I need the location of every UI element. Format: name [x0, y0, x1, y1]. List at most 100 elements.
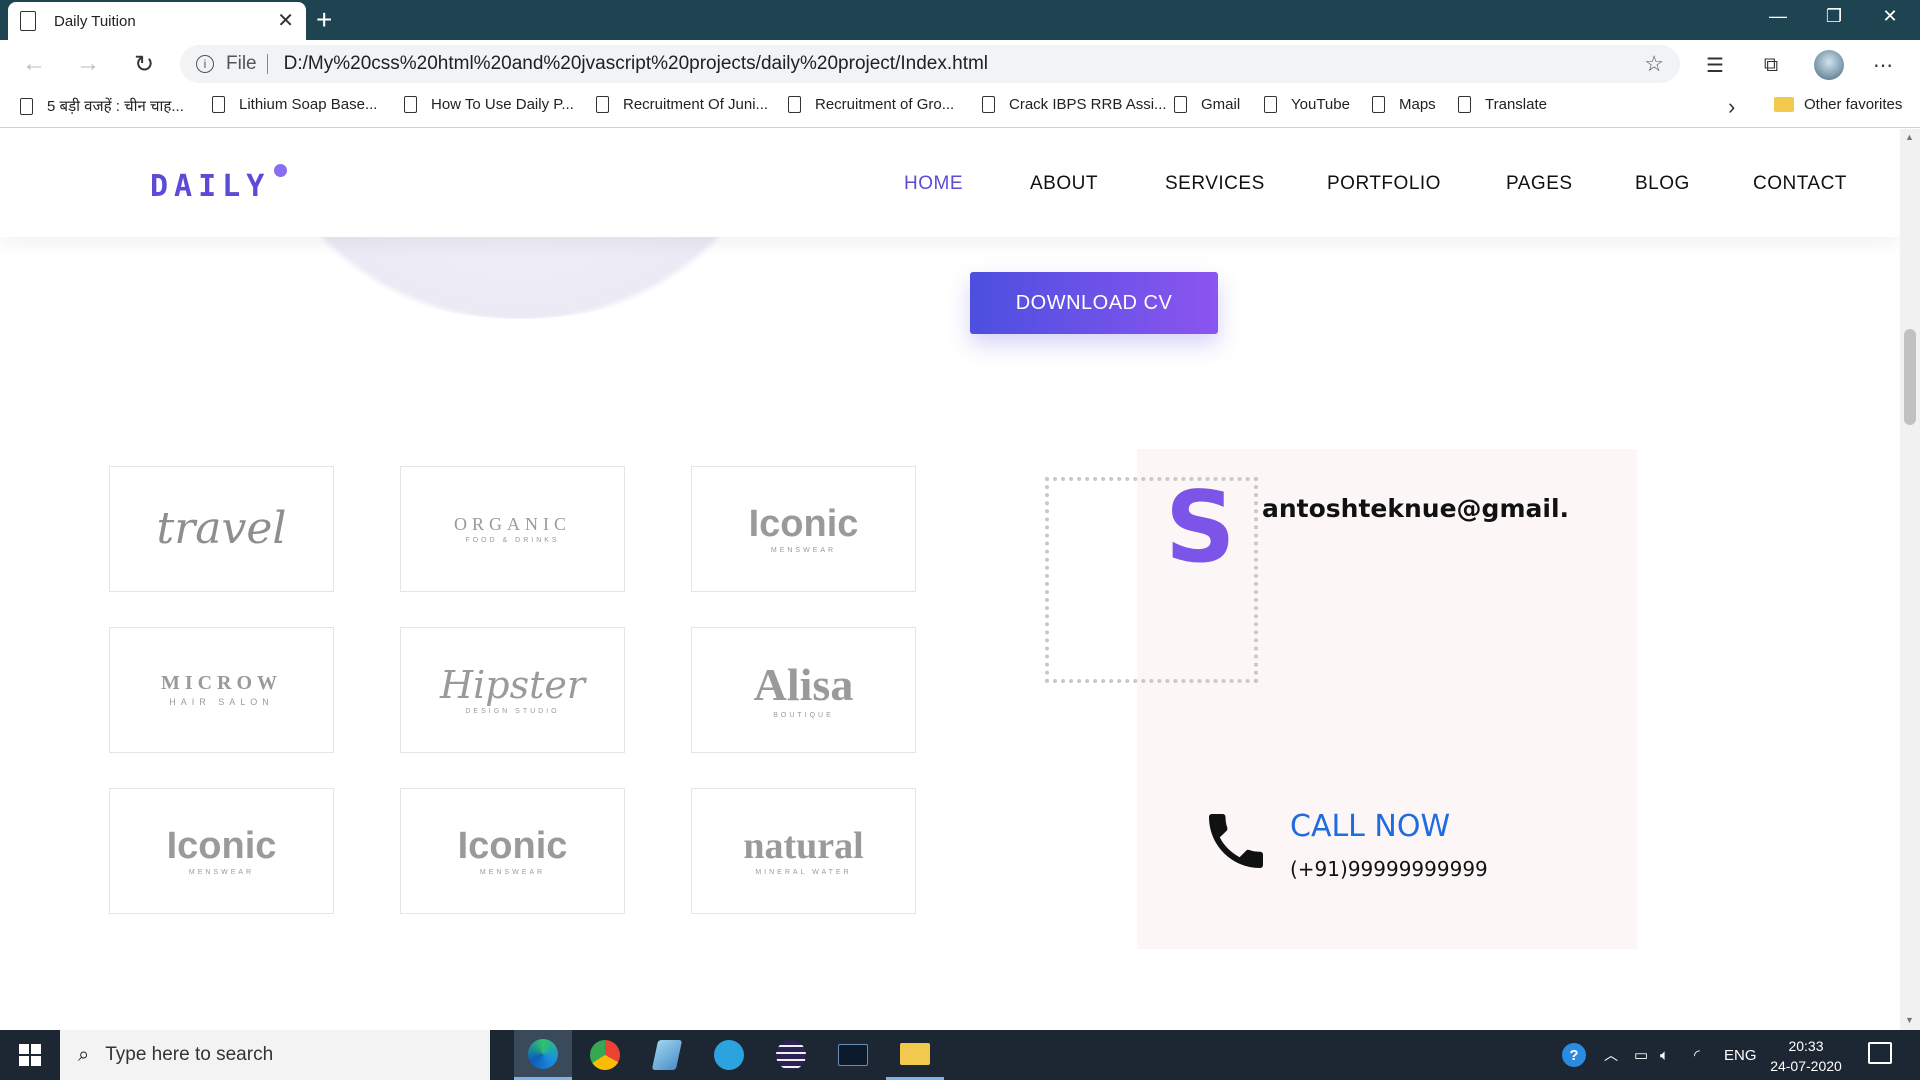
page-icon — [404, 96, 417, 113]
browser-tab[interactable]: Daily Tuition ✕ — [8, 2, 306, 40]
brand-logo-card: Iconic MENSWEAR — [109, 788, 334, 914]
bookmark-youtube[interactable]: YouTube — [1264, 96, 1350, 113]
refresh-button[interactable]: ↻ — [128, 48, 160, 80]
collections-icon[interactable]: ⧉ — [1758, 52, 1784, 78]
notepad-app[interactable] — [638, 1030, 696, 1080]
bookmark-label: Maps — [1399, 96, 1436, 113]
mysql-app[interactable] — [824, 1030, 882, 1080]
brand-logo-card: ORGANIC FOOD & DRINKS — [400, 466, 625, 592]
bookmark-translate[interactable]: Translate — [1458, 96, 1547, 113]
help-icon[interactable]: ? — [1562, 1030, 1586, 1080]
chrome-app[interactable] — [576, 1030, 634, 1080]
eclipse-app[interactable] — [762, 1030, 820, 1080]
battery-icon[interactable]: ▭ — [1634, 1030, 1648, 1080]
back-button[interactable]: ← — [18, 48, 50, 80]
wifi-icon[interactable]: ◜ — [1694, 1030, 1700, 1080]
info-icon[interactable]: i — [196, 55, 214, 73]
brand-subtitle: BOUTIQUE — [773, 711, 834, 719]
bookmark-label: Translate — [1485, 96, 1547, 113]
minimize-button[interactable]: — — [1750, 0, 1806, 32]
download-cv-button[interactable]: DOWNLOAD CV — [970, 272, 1218, 334]
phone-icon — [1209, 814, 1263, 868]
windows-logo-icon — [19, 1044, 41, 1066]
scroll-down-arrow-icon[interactable]: ▼ — [1905, 1015, 1914, 1025]
bookmark-gmail[interactable]: Gmail — [1174, 96, 1240, 113]
page-scrollbar[interactable]: ▲ ▼ — [1900, 129, 1920, 1030]
site-logo[interactable]: DAILY — [150, 169, 270, 204]
page-icon — [20, 11, 36, 31]
search-placeholder: Type here to search — [105, 1044, 274, 1065]
brand-name: Iconic — [457, 824, 568, 867]
bookmark-item[interactable]: How To Use Daily P... — [404, 96, 574, 113]
brand-name: Hipster — [439, 662, 586, 707]
url-separator — [266, 54, 268, 74]
new-tab-button[interactable]: + — [316, 4, 332, 36]
brand-name: ORGANIC — [453, 513, 571, 534]
chevron-right-icon[interactable]: › — [1728, 94, 1735, 120]
brand-logo-card: natural MINERAL WATER — [691, 788, 916, 914]
telegram-icon — [714, 1040, 744, 1070]
bookmark-item[interactable]: Recruitment of Gro... — [788, 96, 954, 113]
bookmark-item[interactable]: 5 बड़ी वजहें : चीन चाह... — [20, 96, 184, 116]
edge-app[interactable] — [514, 1030, 572, 1080]
file-explorer-app[interactable] — [886, 1030, 944, 1080]
start-button[interactable] — [0, 1030, 60, 1080]
page-icon — [1372, 96, 1385, 113]
more-options-icon[interactable]: ⋯ — [1870, 52, 1896, 78]
brand-subtitle: MENSWEAR — [479, 868, 546, 876]
telegram-app[interactable] — [700, 1030, 758, 1080]
brand-logo-card: Alisa BOUTIQUE — [691, 627, 916, 753]
folder-icon — [900, 1042, 930, 1065]
forward-button[interactable]: → — [72, 48, 104, 80]
restore-button[interactable]: ❐ — [1806, 0, 1862, 32]
favorites-icon[interactable]: ☰ — [1702, 52, 1728, 78]
page-icon — [982, 96, 995, 113]
url-scheme: File — [226, 53, 257, 74]
brand-subtitle: MENSWEAR — [770, 546, 837, 554]
mysql-icon — [838, 1044, 868, 1066]
nav-contact[interactable]: CONTACT — [1753, 173, 1847, 195]
notifications-icon[interactable] — [1868, 1042, 1892, 1064]
clock-time: 20:33 — [1788, 1038, 1824, 1054]
bookmark-maps[interactable]: Maps — [1372, 96, 1436, 113]
nav-portfolio[interactable]: PORTFOLIO — [1327, 173, 1441, 195]
call-now-link[interactable]: CALL NOW — [1290, 809, 1450, 844]
scrollbar-thumb[interactable] — [1904, 329, 1916, 425]
contact-initial: S — [1165, 471, 1236, 585]
profile-avatar[interactable] — [1814, 50, 1844, 80]
bookmark-item[interactable]: Recruitment Of Juni... — [596, 96, 768, 113]
close-tab-icon[interactable]: ✕ — [277, 11, 294, 31]
volume-icon[interactable]: 🔈︎ — [1660, 1030, 1669, 1080]
brand-logo-card: MICROW HAIR SALON — [109, 627, 334, 753]
taskbar-clock[interactable]: 20:33 24-07-2020 — [1766, 1036, 1846, 1076]
brand-logo-card: travel — [109, 466, 334, 592]
brand-name: MICROW — [160, 672, 283, 694]
other-favorites[interactable]: Other favorites — [1774, 96, 1902, 113]
phone-number: (+91)99999999999 — [1290, 857, 1488, 881]
brand-subtitle: FOOD & DRINKS — [465, 536, 560, 544]
brand-name: Iconic — [748, 502, 859, 545]
url-text[interactable]: D:/My%20css%20html%20and%20jvascript%20p… — [284, 53, 1645, 75]
logo-dot — [274, 164, 287, 177]
taskbar-search[interactable]: ⌕ Type here to search — [60, 1030, 490, 1080]
nav-about[interactable]: ABOUT — [1030, 173, 1098, 195]
nav-services[interactable]: SERVICES — [1165, 173, 1265, 195]
chevron-up-icon[interactable]: ︿ — [1604, 1030, 1618, 1080]
address-bar[interactable]: i File D:/My%20css%20html%20and%20jvascr… — [180, 45, 1680, 83]
contact-email[interactable]: antoshteknue@gmail. — [1262, 494, 1569, 523]
clock-date: 24-07-2020 — [1770, 1058, 1842, 1074]
favorite-star-icon[interactable]: ☆ — [1644, 51, 1664, 77]
page-icon — [20, 97, 33, 115]
nav-pages[interactable]: PAGES — [1506, 173, 1573, 195]
bookmark-item[interactable]: Crack IBPS RRB Assi... — [982, 96, 1167, 113]
close-window-button[interactable]: ✕ — [1862, 0, 1918, 32]
language-indicator[interactable]: ENG — [1724, 1030, 1757, 1080]
page-icon — [788, 96, 801, 113]
brand-name: Iconic — [166, 824, 277, 867]
nav-blog[interactable]: BLOG — [1635, 173, 1690, 195]
brand-name: travel — [156, 503, 287, 554]
browser-titlebar: Daily Tuition ✕ + — ❐ ✕ — [0, 0, 1920, 40]
scroll-up-arrow-icon[interactable]: ▲ — [1905, 132, 1914, 142]
bookmark-item[interactable]: Lithium Soap Base... — [212, 96, 377, 113]
nav-home[interactable]: HOME — [904, 173, 963, 195]
